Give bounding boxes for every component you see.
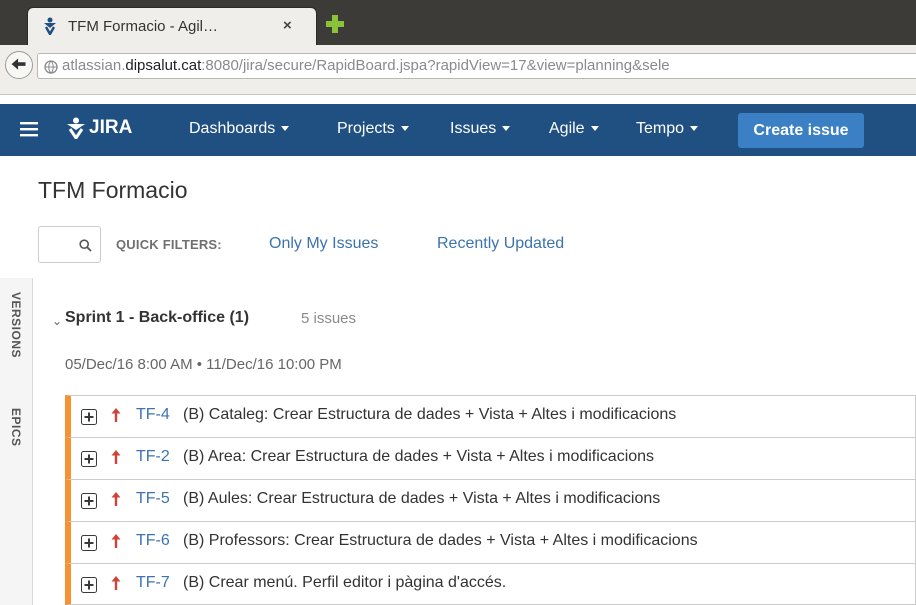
story-icon — [81, 451, 97, 467]
nav-agile[interactable]: Agile — [549, 120, 599, 138]
priority-major-icon — [111, 492, 121, 506]
browser-tab-strip: TFM Formacio - Agil… × — [0, 0, 916, 45]
search-input[interactable] — [38, 226, 101, 263]
issue-row[interactable]: TF-5 (B) Aules: Crear Estructura de dade… — [65, 479, 916, 521]
address-bar: atlassian.dipsalut.cat:8080/jira/secure/… — [0, 45, 916, 95]
nav-label: Projects — [337, 120, 395, 137]
chevron-down-icon — [502, 126, 511, 132]
url-path: :8080/jira/secure/RapidBoard.jspa?rapidV… — [201, 57, 670, 74]
story-icon — [81, 535, 97, 551]
quick-filters-label: QUICK FILTERS: — [116, 237, 222, 252]
issue-summary: (B) Area: Crear Estructura de dades + Vi… — [183, 448, 655, 465]
jira-header: JIRA Dashboards Projects Issues Agile Te… — [0, 104, 916, 156]
quick-filter-only-my-issues[interactable]: Only My Issues — [269, 235, 378, 253]
issue-summary: (B) Professors: Crear Estructura de dade… — [183, 532, 698, 549]
sprint-dates: 05/Dec/16 8:00 AM • 11/Dec/16 10:00 PM — [65, 356, 342, 373]
issue-summary: (B) Crear menú. Perfil editor i pàgina d… — [183, 574, 507, 591]
chevron-down-icon — [690, 126, 699, 132]
nav-tempo[interactable]: Tempo — [636, 120, 699, 138]
create-issue-button[interactable]: Create issue — [738, 113, 864, 148]
sprint-issue-list: TF-4 (B) Cataleg: Crear Estructura de da… — [65, 395, 916, 605]
nav-label: Agile — [549, 120, 585, 137]
issue-key[interactable]: TF-6 — [136, 532, 170, 550]
issue-row[interactable]: TF-7 (B) Crear menú. Perfil editor i pàg… — [65, 563, 916, 605]
jira-logo-text: JIRA — [89, 117, 133, 138]
side-tabs: VERSIONS EPICS — [0, 278, 33, 605]
priority-major-icon — [111, 576, 121, 590]
nav-issues[interactable]: Issues — [450, 120, 511, 138]
url-host: dipsalut.cat — [125, 57, 202, 74]
issue-key[interactable]: TF-7 — [136, 574, 170, 592]
chevron-down-icon — [281, 126, 290, 132]
nav-label: Issues — [450, 120, 497, 137]
url-prefix: atlassian. — [62, 57, 126, 74]
chevron-down-icon — [590, 126, 599, 132]
page-title: TFM Formacio — [38, 177, 188, 203]
priority-major-icon — [111, 450, 121, 464]
story-icon — [81, 577, 97, 593]
issue-row[interactable]: TF-2 (B) Area: Crear Estructura de dades… — [65, 437, 916, 479]
nav-dashboards[interactable]: Dashboards — [189, 120, 290, 138]
story-icon — [81, 409, 97, 425]
search-icon — [79, 239, 92, 252]
quick-filter-recently-updated[interactable]: Recently Updated — [437, 235, 564, 253]
close-tab-icon[interactable]: × — [283, 17, 292, 34]
nav-label: Dashboards — [189, 120, 276, 137]
jira-logo-icon — [67, 117, 85, 139]
tab-versions[interactable]: VERSIONS — [9, 292, 23, 358]
issue-key[interactable]: TF-5 — [136, 490, 170, 508]
story-icon — [81, 493, 97, 509]
jira-logo[interactable]: JIRA — [65, 116, 132, 140]
issue-key[interactable]: TF-2 — [136, 448, 170, 466]
arrow-left-icon — [11, 58, 26, 70]
new-tab-icon[interactable] — [325, 14, 345, 34]
browser-tab-title: TFM Formacio - Agil… — [68, 18, 219, 35]
sprint-name[interactable]: Sprint 1 - Back-office (1) — [65, 309, 249, 327]
priority-major-icon — [111, 408, 121, 422]
url-field[interactable]: atlassian.dipsalut.cat:8080/jira/secure/… — [37, 53, 916, 79]
priority-major-icon — [111, 534, 121, 548]
chevron-down-icon[interactable]: ⌄ — [52, 314, 62, 328]
globe-icon — [44, 60, 58, 74]
back-button[interactable] — [5, 51, 33, 79]
issue-key[interactable]: TF-4 — [136, 406, 170, 424]
jira-favicon-icon — [44, 17, 56, 35]
nav-label: Tempo — [636, 120, 685, 137]
issue-row[interactable]: TF-6 (B) Professors: Crear Estructura de… — [65, 521, 916, 563]
browser-tab[interactable]: TFM Formacio - Agil… × — [27, 7, 317, 45]
nav-projects[interactable]: Projects — [337, 120, 409, 138]
issue-row[interactable]: TF-4 (B) Cataleg: Crear Estructura de da… — [65, 395, 916, 437]
issue-summary: (B) Cataleg: Crear Estructura de dades +… — [183, 406, 677, 423]
tab-epics[interactable]: EPICS — [9, 408, 23, 447]
chevron-down-icon — [400, 126, 409, 132]
url-text: atlassian.dipsalut.cat:8080/jira/secure/… — [62, 57, 670, 74]
sprint-issue-count: 5 issues — [301, 310, 357, 327]
issue-summary: (B) Aules: Crear Estructura de dades + V… — [183, 490, 661, 507]
menu-icon[interactable] — [20, 121, 38, 137]
